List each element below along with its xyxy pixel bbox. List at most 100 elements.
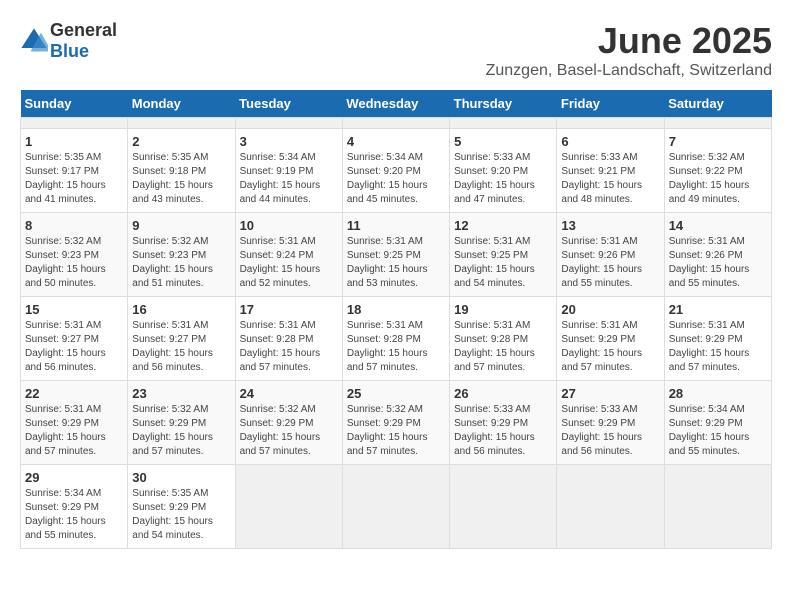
day-number: 5 [454, 134, 552, 149]
day-info: Sunrise: 5:32 AMSunset: 9:22 PMDaylight:… [669, 151, 767, 207]
week-row-0 [21, 118, 772, 129]
days-header-row: SundayMondayTuesdayWednesdayThursdayFrid… [21, 90, 772, 118]
calendar-cell [235, 118, 342, 129]
day-number: 12 [454, 218, 552, 233]
day-number: 11 [347, 218, 445, 233]
day-number: 28 [669, 386, 767, 401]
day-number: 21 [669, 302, 767, 317]
logo: General Blue [20, 20, 117, 62]
day-info: Sunrise: 5:31 AMSunset: 9:27 PMDaylight:… [25, 319, 123, 375]
calendar-cell [664, 118, 771, 129]
day-info: Sunrise: 5:31 AMSunset: 9:27 PMDaylight:… [132, 319, 230, 375]
day-number: 30 [132, 470, 230, 485]
calendar-cell: 12Sunrise: 5:31 AMSunset: 9:25 PMDayligh… [450, 213, 557, 297]
day-info: Sunrise: 5:31 AMSunset: 9:24 PMDaylight:… [240, 235, 338, 291]
day-number: 22 [25, 386, 123, 401]
calendar-cell: 18 Sunrise: 5:31 AMSunset: 9:28 PMDayligh… [342, 297, 449, 381]
day-info: Sunrise: 5:34 AMSunset: 9:19 PMDaylight:… [240, 151, 338, 207]
calendar-cell: 14 Sunrise: 5:31 AMSunset: 9:26 PMDayligh… [664, 213, 771, 297]
day-number: 19 [454, 302, 552, 317]
day-number: 20 [561, 302, 659, 317]
calendar-cell: 10 Sunrise: 5:31 AMSunset: 9:24 PMDayligh… [235, 213, 342, 297]
week-row-5: 29 Sunrise: 5:34 AMSunset: 9:29 PMDayligh… [21, 465, 772, 549]
day-info: Sunrise: 5:31 AMSunset: 9:26 PMDaylight:… [561, 235, 659, 291]
calendar-cell: 16Sunrise: 5:31 AMSunset: 9:27 PMDayligh… [128, 297, 235, 381]
day-number: 14 [669, 218, 767, 233]
day-number: 2 [132, 134, 230, 149]
day-header-monday: Monday [128, 90, 235, 118]
day-number: 27 [561, 386, 659, 401]
day-info: Sunrise: 5:31 AMSunset: 9:28 PMDaylight:… [454, 319, 552, 375]
calendar-cell [557, 465, 664, 549]
calendar-cell: 19 Sunrise: 5:31 AMSunset: 9:28 PMDayligh… [450, 297, 557, 381]
calendar-cell: 30Sunrise: 5:35 AMSunset: 9:29 PMDayligh… [128, 465, 235, 549]
calendar-cell [342, 118, 449, 129]
day-info: Sunrise: 5:32 AMSunset: 9:29 PMDaylight:… [132, 403, 230, 459]
day-info: Sunrise: 5:31 AMSunset: 9:28 PMDaylight:… [347, 319, 445, 375]
day-info: Sunrise: 5:34 AMSunset: 9:29 PMDaylight:… [25, 487, 123, 543]
day-header-friday: Friday [557, 90, 664, 118]
calendar-cell: 9Sunrise: 5:32 AMSunset: 9:23 PMDaylight… [128, 213, 235, 297]
day-number: 23 [132, 386, 230, 401]
calendar-cell: 26Sunrise: 5:33 AMSunset: 9:29 PMDayligh… [450, 381, 557, 465]
day-number: 15 [25, 302, 123, 317]
calendar-cell: 13Sunrise: 5:31 AMSunset: 9:26 PMDayligh… [557, 213, 664, 297]
day-number: 10 [240, 218, 338, 233]
calendar-cell: 1 Sunrise: 5:35 AMSunset: 9:17 PMDaylight… [21, 129, 128, 213]
day-info: Sunrise: 5:32 AMSunset: 9:23 PMDaylight:… [132, 235, 230, 291]
logo-blue-text: Blue [50, 41, 89, 61]
day-info: Sunrise: 5:31 AMSunset: 9:25 PMDaylight:… [347, 235, 445, 291]
calendar-cell: 24Sunrise: 5:32 AMSunset: 9:29 PMDayligh… [235, 381, 342, 465]
day-info: Sunrise: 5:34 AMSunset: 9:29 PMDaylight:… [669, 403, 767, 459]
day-info: Sunrise: 5:31 AMSunset: 9:28 PMDaylight:… [240, 319, 338, 375]
day-header-wednesday: Wednesday [342, 90, 449, 118]
day-info: Sunrise: 5:32 AMSunset: 9:29 PMDaylight:… [347, 403, 445, 459]
calendar-table: SundayMondayTuesdayWednesdayThursdayFrid… [20, 90, 772, 549]
logo-icon [20, 27, 48, 55]
day-number: 4 [347, 134, 445, 149]
day-info: Sunrise: 5:34 AMSunset: 9:20 PMDaylight:… [347, 151, 445, 207]
calendar-cell: 11 Sunrise: 5:31 AMSunset: 9:25 PMDayligh… [342, 213, 449, 297]
day-info: Sunrise: 5:32 AMSunset: 9:23 PMDaylight:… [25, 235, 123, 291]
day-info: Sunrise: 5:31 AMSunset: 9:26 PMDaylight:… [669, 235, 767, 291]
day-number: 29 [25, 470, 123, 485]
page-header: General Blue June 2025 Zunzgen, Basel-La… [20, 20, 772, 80]
calendar-cell: 27 Sunrise: 5:33 AMSunset: 9:29 PMDayligh… [557, 381, 664, 465]
calendar-cell: 6Sunrise: 5:33 AMSunset: 9:21 PMDaylight… [557, 129, 664, 213]
calendar-cell: 17 Sunrise: 5:31 AMSunset: 9:28 PMDayligh… [235, 297, 342, 381]
week-row-3: 15 Sunrise: 5:31 AMSunset: 9:27 PMDayligh… [21, 297, 772, 381]
day-number: 18 [347, 302, 445, 317]
day-info: Sunrise: 5:31 AMSunset: 9:29 PMDaylight:… [561, 319, 659, 375]
day-number: 1 [25, 134, 123, 149]
calendar-cell [235, 465, 342, 549]
title-block: June 2025 Zunzgen, Basel-Landschaft, Swi… [486, 20, 772, 80]
day-number: 25 [347, 386, 445, 401]
day-number: 7 [669, 134, 767, 149]
day-info: Sunrise: 5:33 AMSunset: 9:20 PMDaylight:… [454, 151, 552, 207]
calendar-cell: 15 Sunrise: 5:31 AMSunset: 9:27 PMDayligh… [21, 297, 128, 381]
calendar-title: June 2025 [486, 20, 772, 62]
day-info: Sunrise: 5:33 AMSunset: 9:29 PMDaylight:… [454, 403, 552, 459]
calendar-cell: 25 Sunrise: 5:32 AMSunset: 9:29 PMDayligh… [342, 381, 449, 465]
logo-general-text: General [50, 20, 117, 40]
calendar-cell: 28 Sunrise: 5:34 AMSunset: 9:29 PMDayligh… [664, 381, 771, 465]
day-info: Sunrise: 5:35 AMSunset: 9:17 PMDaylight:… [25, 151, 123, 207]
day-number: 6 [561, 134, 659, 149]
day-info: Sunrise: 5:31 AMSunset: 9:29 PMDaylight:… [25, 403, 123, 459]
calendar-cell: 20 Sunrise: 5:31 AMSunset: 9:29 PMDayligh… [557, 297, 664, 381]
calendar-cell: 21Sunrise: 5:31 AMSunset: 9:29 PMDayligh… [664, 297, 771, 381]
day-info: Sunrise: 5:33 AMSunset: 9:29 PMDaylight:… [561, 403, 659, 459]
calendar-cell: 2 Sunrise: 5:35 AMSunset: 9:18 PMDaylight… [128, 129, 235, 213]
day-number: 3 [240, 134, 338, 149]
calendar-cell: 22 Sunrise: 5:31 AMSunset: 9:29 PMDayligh… [21, 381, 128, 465]
day-info: Sunrise: 5:35 AMSunset: 9:18 PMDaylight:… [132, 151, 230, 207]
calendar-cell: 4 Sunrise: 5:34 AMSunset: 9:20 PMDaylight… [342, 129, 449, 213]
day-number: 24 [240, 386, 338, 401]
day-header-saturday: Saturday [664, 90, 771, 118]
day-number: 17 [240, 302, 338, 317]
calendar-cell: 23 Sunrise: 5:32 AMSunset: 9:29 PMDayligh… [128, 381, 235, 465]
calendar-cell [557, 118, 664, 129]
day-header-thursday: Thursday [450, 90, 557, 118]
calendar-cell: 8Sunrise: 5:32 AMSunset: 9:23 PMDaylight… [21, 213, 128, 297]
calendar-cell [128, 118, 235, 129]
